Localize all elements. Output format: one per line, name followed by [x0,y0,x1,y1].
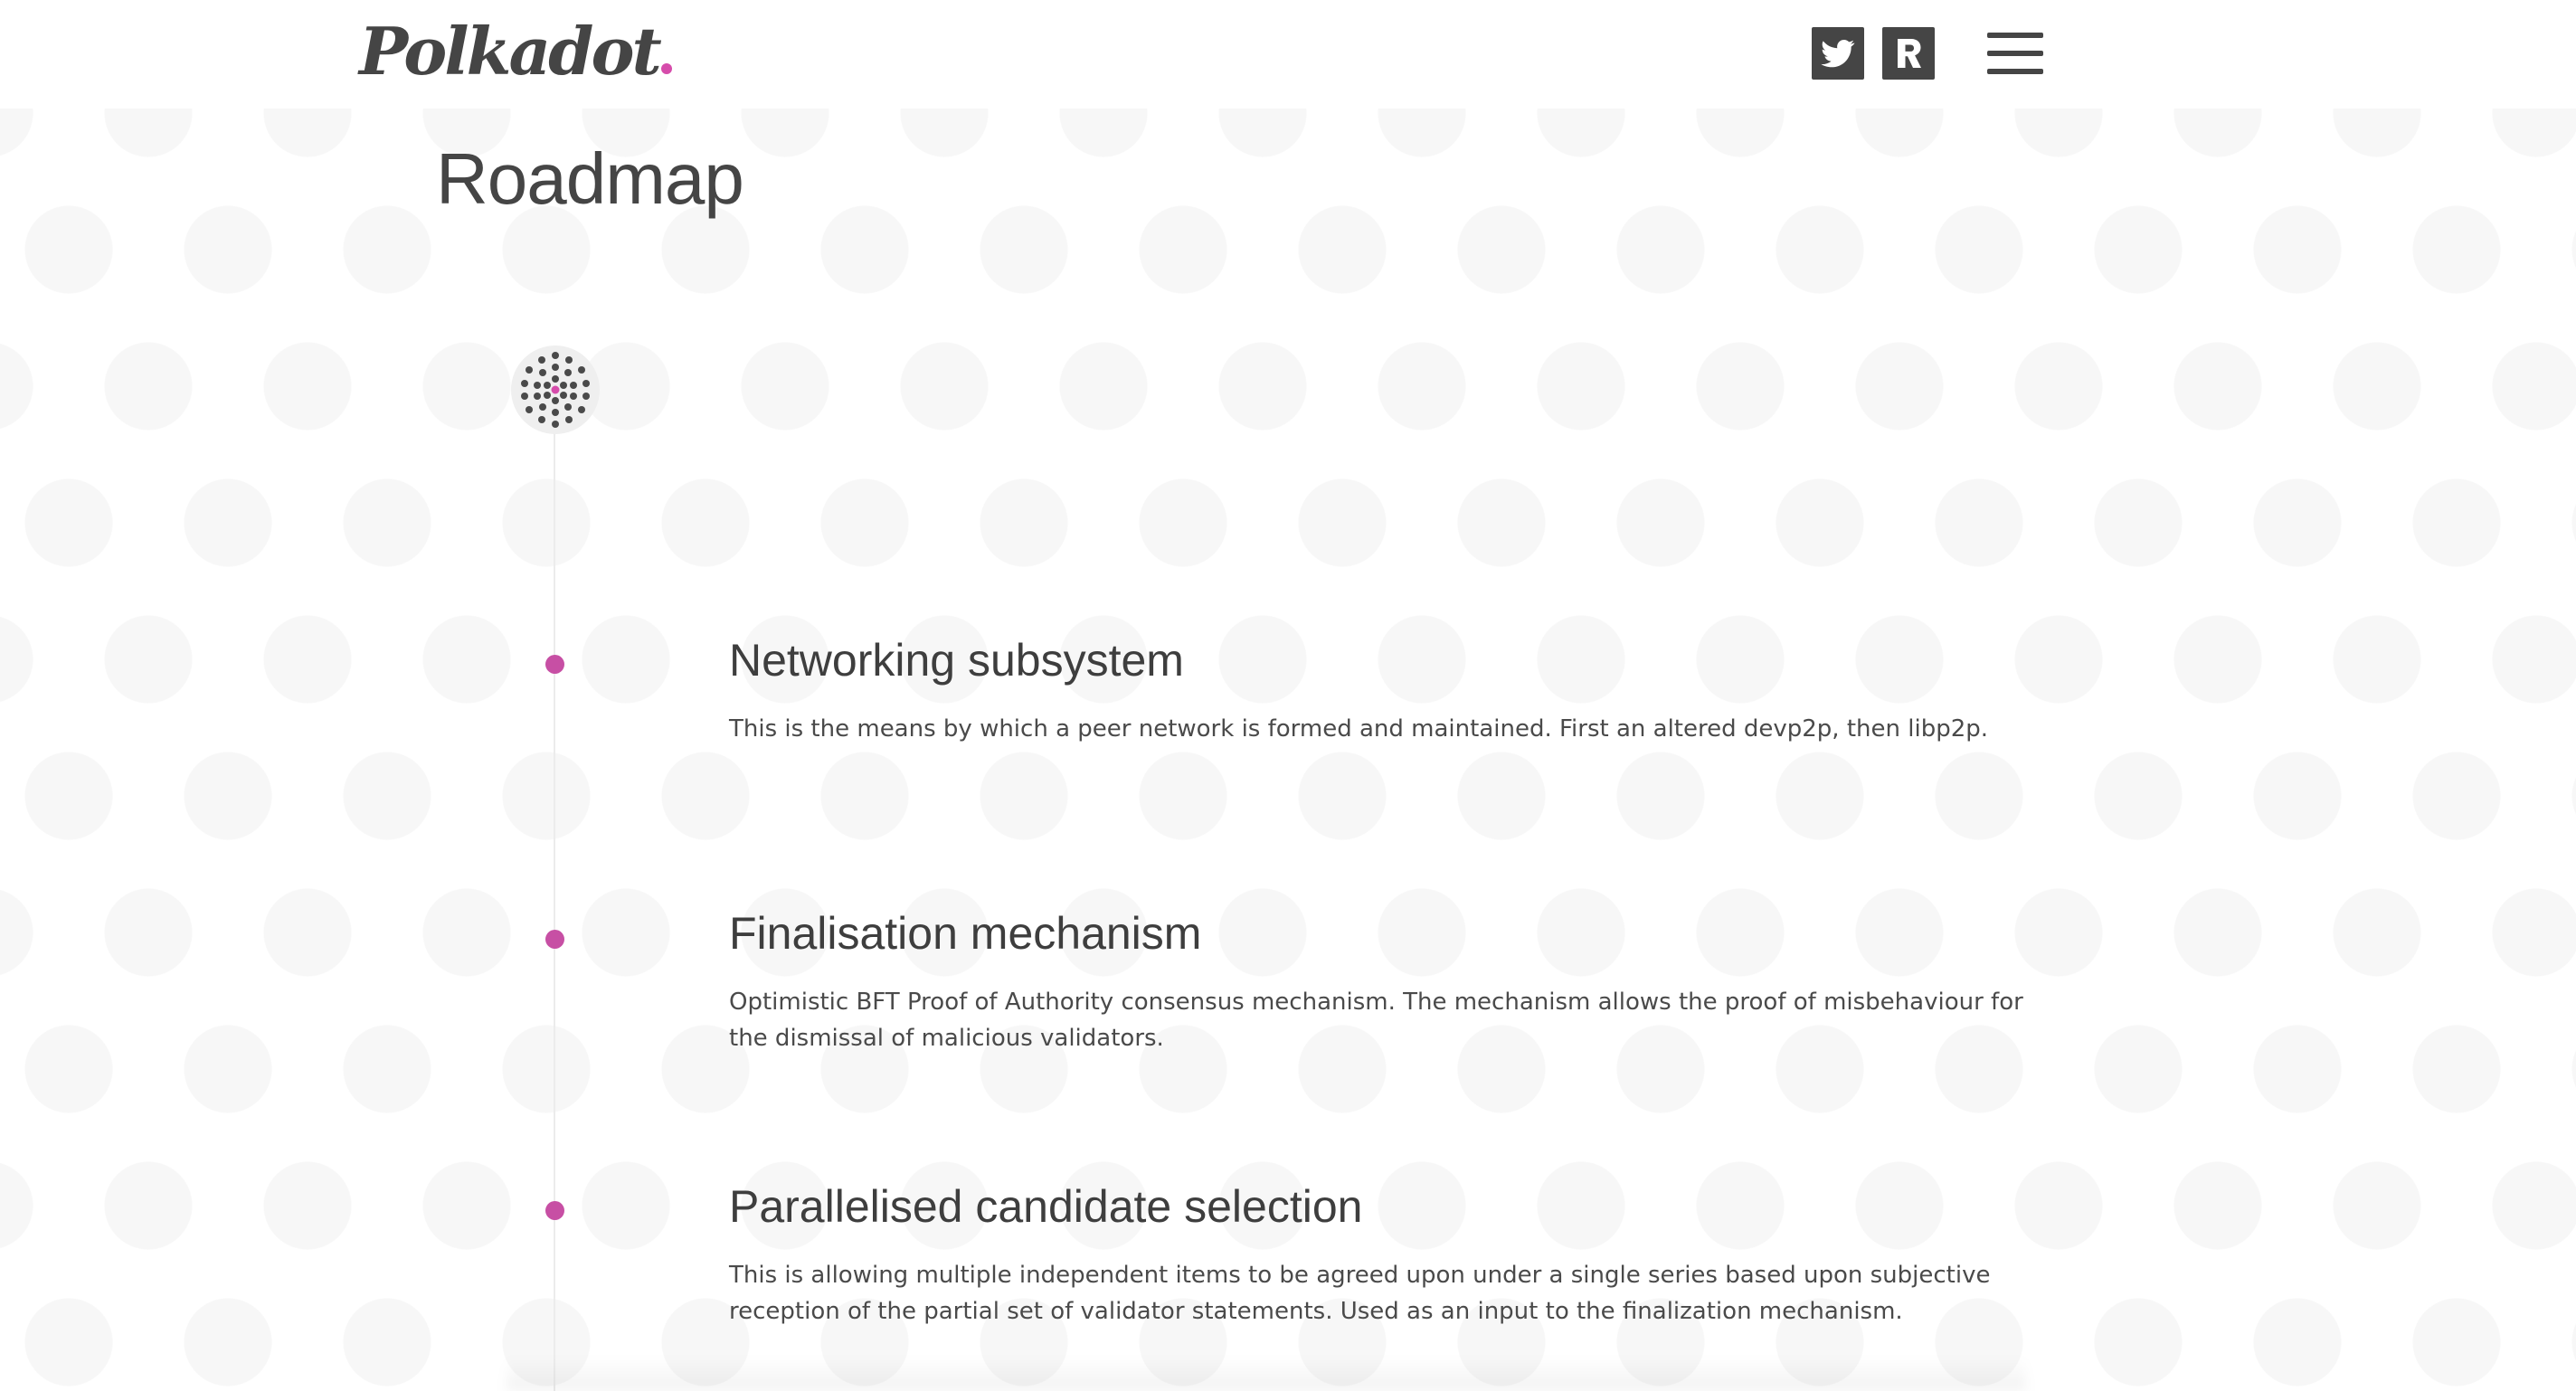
roadmap-item-title: Parallelised candidate selection [729,1181,1363,1232]
polkadot-dots-icon [521,352,590,428]
roadmap-item-description: Optimistic BFT Proof of Authority consen… [729,989,2023,1052]
page-title: Roadmap [436,138,744,219]
riot-link[interactable] [1882,27,1935,80]
menu-line [1987,69,2043,74]
riot-icon [1898,39,1921,68]
menu-line [1987,33,2043,38]
bottom-shadow [507,1357,2026,1391]
twitter-icon [1821,40,1855,68]
polkadot-logo[interactable]: Polkadot [359,11,672,92]
timeline-start [511,345,600,434]
header-bar: Polkadot [0,0,2576,109]
timeline-line [554,430,555,1391]
timeline-marker [545,1201,564,1220]
timeline-marker [545,655,564,674]
timeline-marker [545,930,564,949]
roadmap-item-title: Finalisation mechanism [729,908,1202,959]
logo-text: Polkadot [359,13,662,90]
roadmap-item-description: This is the means by which a peer networ… [729,715,1989,743]
hamburger-menu-icon[interactable] [1987,33,2043,76]
twitter-link[interactable] [1812,27,1864,80]
roadmap-item-title: Networking subsystem [729,635,1184,686]
roadmap-item-description: This is allowing multiple independent it… [729,1262,1991,1325]
menu-line [1987,51,2043,56]
logo-dot [660,63,672,74]
